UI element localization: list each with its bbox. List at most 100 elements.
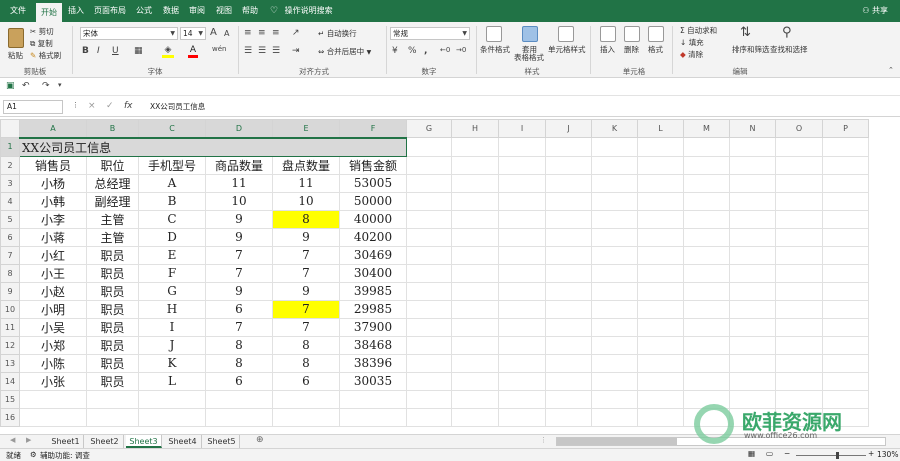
cell[interactable]: 职员 [86, 263, 139, 283]
cell[interactable] [822, 281, 869, 301]
cell[interactable] [683, 407, 730, 427]
number-format-select[interactable]: 常规 ▼ [390, 27, 470, 40]
cell[interactable]: K [138, 353, 206, 373]
cell[interactable] [498, 245, 546, 265]
cell[interactable] [272, 407, 340, 427]
cell[interactable] [451, 335, 499, 355]
cell[interactable] [822, 335, 869, 355]
row-header[interactable]: 14 [0, 371, 20, 391]
align-left-icon[interactable]: ☰ [244, 46, 252, 56]
cell[interactable] [498, 335, 546, 355]
cell[interactable] [545, 407, 592, 427]
row-header[interactable]: 8 [0, 263, 20, 283]
cell[interactable] [637, 317, 684, 337]
scroll-dots-icon[interactable]: ⋮ [540, 436, 547, 444]
tell-me-search[interactable]: ♡ 操作说明搜索 [270, 0, 333, 22]
cell[interactable]: J [138, 335, 206, 355]
cell[interactable] [498, 209, 546, 229]
cell[interactable] [729, 137, 776, 157]
cell[interactable] [729, 371, 776, 391]
redo-icon[interactable]: ↷ [42, 81, 50, 91]
cell[interactable] [822, 389, 869, 409]
cell[interactable]: F [138, 263, 206, 283]
tab-view[interactable]: 视图 [213, 0, 235, 22]
column-header[interactable]: L [637, 119, 684, 138]
page-layout-view-icon[interactable]: ▭ [766, 449, 773, 458]
cell[interactable]: 9 [205, 209, 273, 229]
cell[interactable]: 7 [272, 317, 340, 337]
delete-cells-button[interactable]: 删除 [624, 44, 639, 55]
font-name-select[interactable]: 宋体 ▼ [80, 27, 178, 40]
cell[interactable]: 50000 [339, 191, 407, 211]
cell[interactable] [498, 155, 546, 175]
cell[interactable] [729, 227, 776, 247]
cell[interactable]: 主管 [86, 227, 139, 247]
save-icon[interactable]: ▣ [6, 81, 15, 91]
row-header[interactable]: 13 [0, 353, 20, 373]
cell[interactable] [406, 317, 452, 337]
cell[interactable]: 主管 [86, 209, 139, 229]
row-header[interactable]: 6 [0, 227, 20, 247]
format-cells-button[interactable]: 格式 [648, 44, 663, 55]
cell[interactable]: 7 [272, 245, 340, 265]
delete-cells-icon[interactable] [624, 26, 640, 42]
zoom-level[interactable]: 130% [877, 450, 898, 459]
cell[interactable]: 7 [205, 317, 273, 337]
cell[interactable] [205, 407, 273, 427]
cell[interactable] [729, 299, 776, 319]
cell[interactable] [406, 335, 452, 355]
cell[interactable] [406, 299, 452, 319]
conditional-format-icon[interactable] [486, 26, 502, 42]
cell[interactable] [451, 317, 499, 337]
cell[interactable]: 6 [205, 371, 273, 391]
cell[interactable] [498, 371, 546, 391]
cell[interactable] [406, 137, 452, 157]
cell[interactable] [451, 227, 499, 247]
cell[interactable] [205, 389, 273, 409]
column-header[interactable]: G [406, 119, 452, 138]
cell[interactable]: 29985 [339, 299, 407, 319]
column-title-cell[interactable]: 销售金额 [339, 155, 407, 175]
cell[interactable]: 9 [272, 281, 340, 301]
cell[interactable] [545, 137, 592, 157]
row-header[interactable]: 2 [0, 155, 20, 175]
row-header[interactable]: 16 [0, 407, 20, 427]
cell[interactable]: 职员 [86, 299, 139, 319]
cell[interactable] [498, 137, 546, 157]
sheet-title-cell[interactable]: XX公司员工信息 [19, 137, 407, 157]
cell[interactable] [822, 407, 869, 427]
cell[interactable] [591, 353, 638, 373]
cell[interactable] [406, 263, 452, 283]
cell[interactable] [637, 137, 684, 157]
cell[interactable]: 小王 [19, 263, 87, 283]
cell[interactable]: C [138, 209, 206, 229]
cell[interactable] [729, 209, 776, 229]
cell[interactable] [451, 209, 499, 229]
cell[interactable]: D [138, 227, 206, 247]
cell[interactable] [591, 137, 638, 157]
cell[interactable] [637, 155, 684, 175]
orientation-icon[interactable]: ↗ [292, 28, 300, 38]
conditional-format-button[interactable]: 条件格式 [480, 44, 510, 55]
column-header[interactable]: J [545, 119, 592, 138]
cell[interactable] [637, 281, 684, 301]
cell[interactable]: 30469 [339, 245, 407, 265]
cell[interactable] [406, 389, 452, 409]
cell[interactable] [775, 407, 823, 427]
cell[interactable]: 总经理 [86, 173, 139, 193]
cell[interactable]: 9 [205, 281, 273, 301]
cell[interactable] [406, 173, 452, 193]
cell[interactable]: 9 [205, 227, 273, 247]
cell[interactable]: 职员 [86, 245, 139, 265]
cell[interactable]: 53005 [339, 173, 407, 193]
cell[interactable] [545, 299, 592, 319]
next-sheet-icon[interactable]: ▶ [26, 436, 31, 444]
cell[interactable] [545, 317, 592, 337]
cell[interactable] [86, 389, 139, 409]
cell[interactable]: 小蒋 [19, 227, 87, 247]
cell[interactable] [451, 371, 499, 391]
cell[interactable] [498, 389, 546, 409]
cell[interactable] [683, 173, 730, 193]
cell[interactable] [591, 371, 638, 391]
cell[interactable]: L [138, 371, 206, 391]
